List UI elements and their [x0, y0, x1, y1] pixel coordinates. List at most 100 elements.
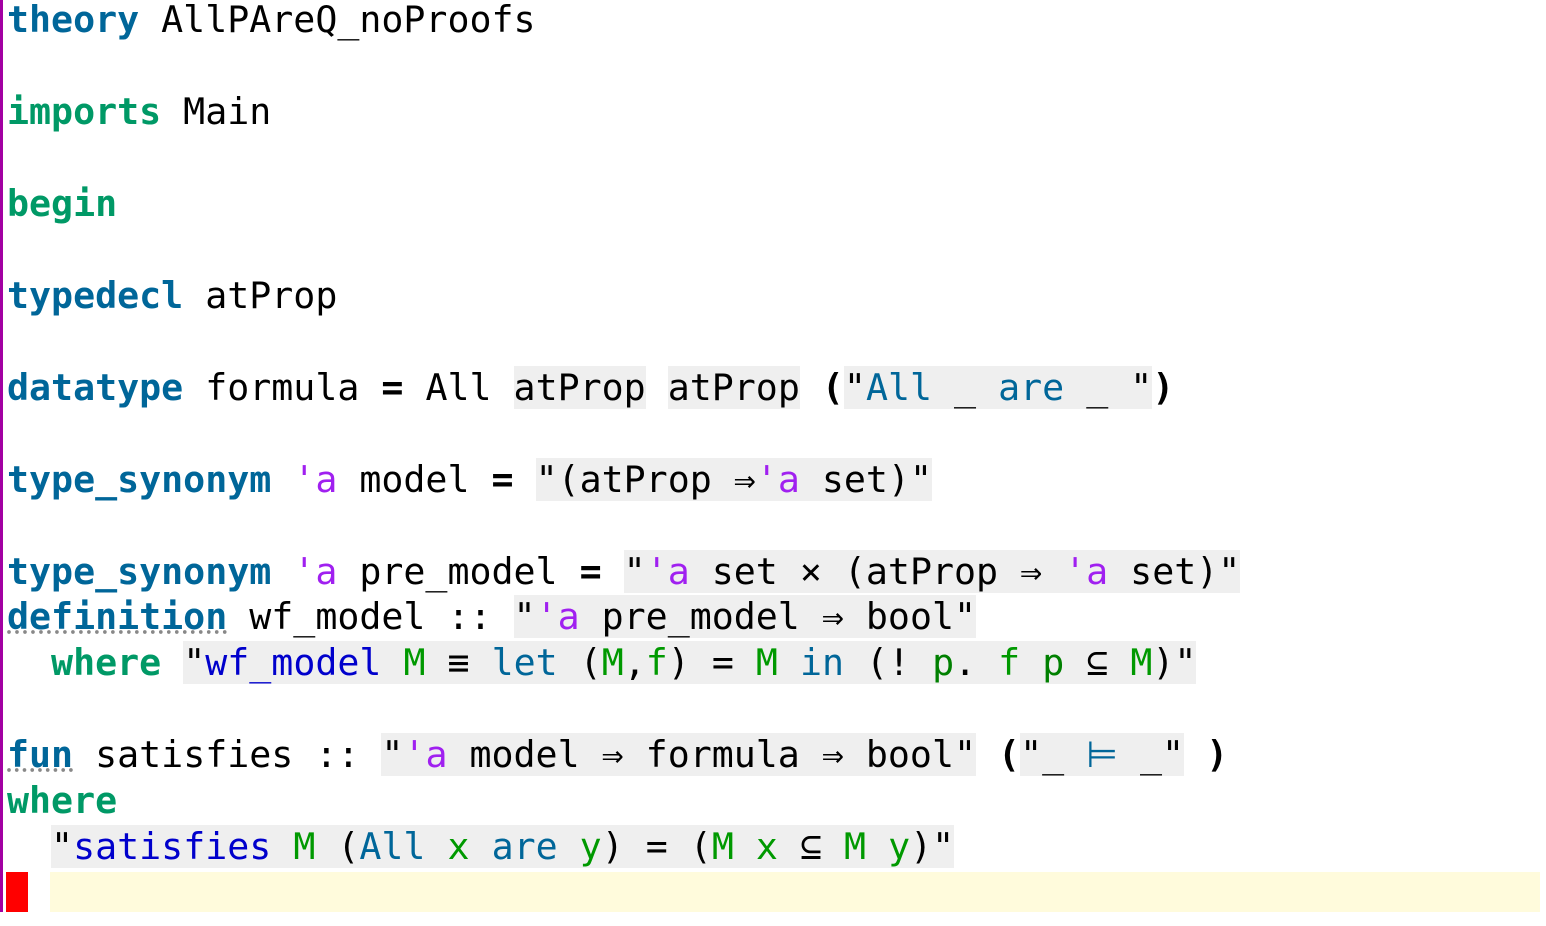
text-cursor[interactable] [6, 872, 28, 914]
code-line-equation[interactable]: "satisfies M (All x are y) = (M x ⊆ M y)… [7, 824, 955, 870]
free-variable: y [888, 825, 911, 868]
type-text: model ⇒ formula ⇒ bool" [447, 733, 976, 776]
type-text: "(atProp ⇒ [535, 458, 756, 501]
free-variable: M [844, 825, 867, 868]
code-line-datatype[interactable]: datatype formula = All atProp atProp ("A… [7, 365, 1174, 411]
type-text: pre_model ⇒ bool" [579, 595, 977, 638]
constant: satisfies [73, 825, 272, 868]
code-line-typedecl[interactable]: typedecl atProp [7, 273, 337, 319]
term-expression: "wf_model M ≡ let (M,f) = M in (! p. f p… [183, 641, 1197, 684]
code-line-type-synonym-model[interactable]: type_synonym 'a model = "(atProp ⇒'a set… [7, 457, 932, 503]
type-expression: "'a set × (atProp ⇒ 'a set)" [623, 550, 1241, 593]
definition-name: wf_model :: [227, 595, 514, 638]
quote: " [381, 733, 404, 776]
code-line-fun[interactable]: fun satisfies :: "'a model ⇒ formula ⇒ b… [7, 732, 1228, 778]
code-line-theory[interactable]: theory AllPAreQ_noProofs [7, 0, 536, 43]
synonym-name: model [337, 458, 492, 501]
code-line-begin[interactable]: begin [7, 181, 117, 227]
keyword-type-synonym: type_synonym [7, 458, 272, 501]
keyword-imports: imports [7, 90, 162, 133]
quote: " [513, 595, 536, 638]
keyword-where: where [51, 641, 162, 684]
keyword-theory: theory [7, 0, 140, 41]
free-variable: x [755, 825, 778, 868]
bound-variable: p [932, 641, 955, 684]
typedecl-name: atProp [183, 274, 338, 317]
paren: ) [1152, 366, 1175, 409]
term-keyword: let [491, 641, 558, 684]
mixfix-token: are [491, 825, 558, 868]
type-variable: 'a [755, 458, 800, 501]
mixfix-annotation: "All _ are _ " [843, 366, 1153, 409]
paren: )" [1152, 641, 1197, 684]
type-expression: "'a pre_model ⇒ bool" [513, 595, 977, 638]
paren: ( [557, 641, 602, 684]
code-line-imports[interactable]: imports Main [7, 89, 271, 135]
mixfix-token: are [998, 366, 1065, 409]
type-text: set)" [799, 458, 932, 501]
paren: )" [910, 825, 955, 868]
free-variable: M [1130, 641, 1153, 684]
type-variable: 'a [535, 595, 580, 638]
free-variable: M [293, 825, 316, 868]
constructor-arg: atProp [667, 366, 800, 409]
keyword-type-synonym: type_synonym [7, 550, 272, 593]
constructor-arg: atProp [513, 366, 646, 409]
quote: " [1130, 366, 1153, 409]
current-line-highlight [50, 872, 1540, 916]
free-variable: f [998, 641, 1021, 684]
keyword-definition: definition [7, 595, 228, 638]
free-variable: y [579, 825, 602, 868]
paren: ( [315, 825, 360, 868]
type-expression: "(atProp ⇒'a set)" [535, 458, 932, 501]
code-line-where-fun[interactable]: where [7, 778, 117, 824]
operator: ≡ [425, 641, 492, 684]
bound-variable: p [1042, 641, 1065, 684]
keyword-typedecl: typedecl [7, 274, 184, 317]
mixfix-token: "_ [1020, 733, 1087, 776]
equals-sign: = [381, 366, 404, 409]
quote: " [51, 825, 74, 868]
mixfix-token: All [359, 825, 426, 868]
free-variable: x [447, 825, 470, 868]
dot: . [954, 641, 999, 684]
theory-name: AllPAreQ_noProofs [139, 0, 536, 41]
type-expression: "'a model ⇒ formula ⇒ bool" [381, 733, 976, 776]
mixfix-token: _ [1064, 366, 1131, 409]
operator: ⊆ [777, 825, 844, 868]
datatype-name: formula [183, 366, 382, 409]
code-line-type-synonym-pre-model[interactable]: type_synonym 'a pre_model = "'a set × (a… [7, 549, 1241, 595]
paren: ) [1206, 733, 1229, 776]
mixfix-token: _" [1118, 733, 1185, 776]
bottom-edge [0, 912, 1546, 926]
function-name: satisfies :: [73, 733, 382, 776]
synonym-name: pre_model [337, 550, 580, 593]
keyword-where: where [7, 779, 118, 822]
mixfix-token: ⊨ [1086, 733, 1119, 776]
type-variable: 'a [403, 733, 448, 776]
type-text: set)" [1108, 550, 1241, 593]
constructor-name: All [403, 366, 514, 409]
comma: , [623, 641, 646, 684]
paren: ( [998, 733, 1021, 776]
equals-sign: = [491, 458, 514, 501]
term-expression: "satisfies M (All x are y) = (M x ⊆ M y)… [51, 825, 955, 868]
keyword-datatype: datatype [7, 366, 184, 409]
code-line-where-definition[interactable]: where "wf_model M ≡ let (M,f) = M in (! … [7, 640, 1197, 686]
paren: ) = ( [601, 825, 712, 868]
constant: wf_model [205, 641, 382, 684]
free-variable: M [403, 641, 426, 684]
quote: " [623, 550, 646, 593]
type-variable: 'a [1064, 550, 1109, 593]
free-variable: M [711, 825, 734, 868]
paren: ( [821, 366, 844, 409]
paren: ) = [667, 641, 756, 684]
operator: ⊆ [1064, 641, 1131, 684]
mixfix-annotation: "_ ⊨ _" [1020, 733, 1185, 776]
free-variable: M [601, 641, 624, 684]
keyword-begin: begin [7, 182, 118, 225]
code-line-definition[interactable]: definition wf_model :: "'a pre_model ⇒ b… [7, 594, 977, 640]
quote: " [843, 366, 866, 409]
mixfix-token: All [865, 366, 933, 409]
left-gutter-bar [0, 0, 3, 926]
